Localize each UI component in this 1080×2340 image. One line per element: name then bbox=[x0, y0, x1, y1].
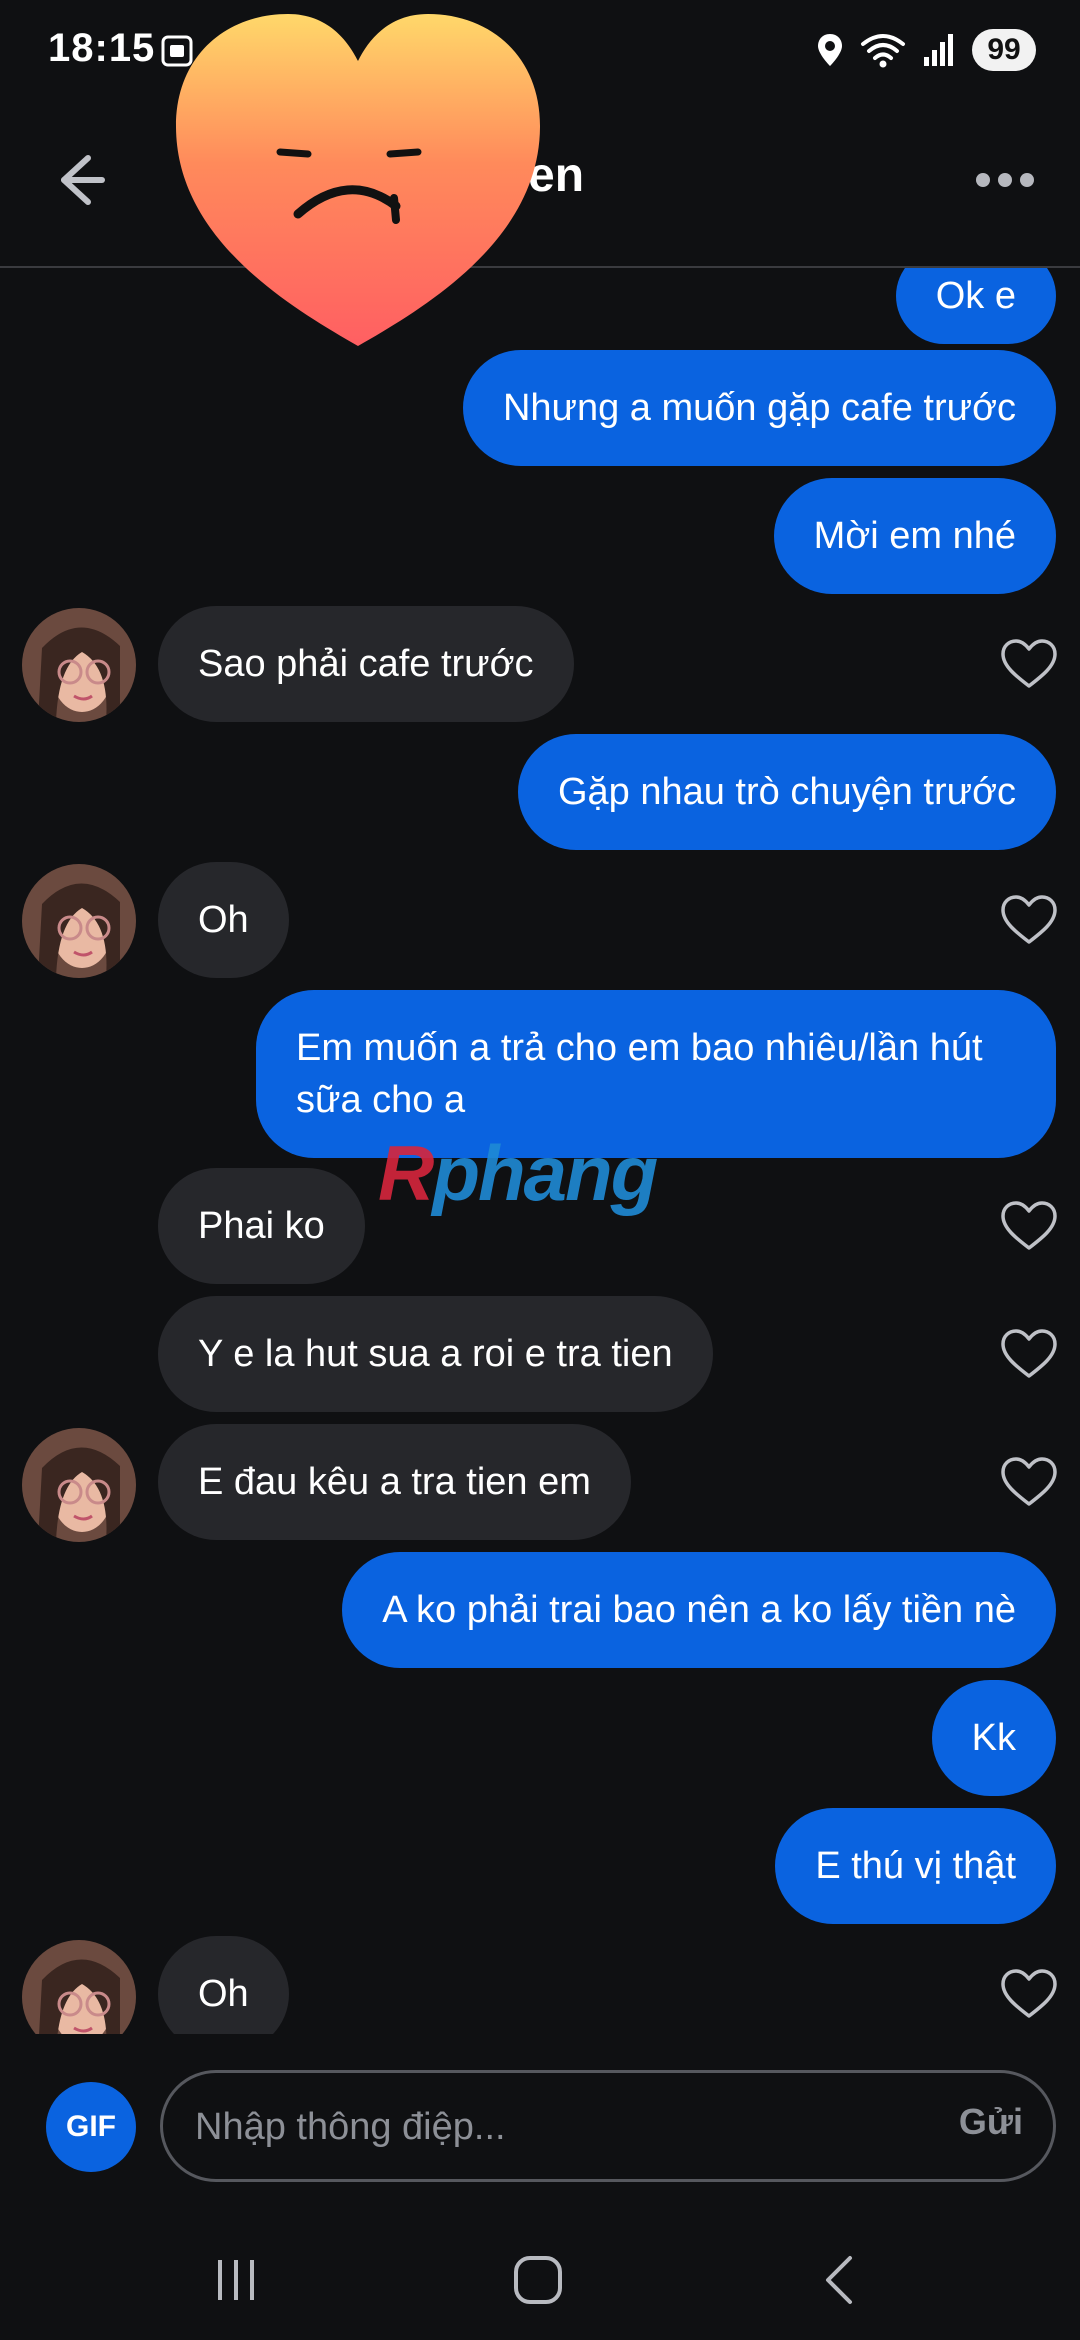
avatar[interactable] bbox=[22, 1428, 136, 1542]
incoming-message[interactable]: Oh bbox=[158, 1936, 289, 2034]
avatar[interactable] bbox=[22, 1940, 136, 2034]
recent-apps-icon[interactable] bbox=[206, 2250, 266, 2310]
outgoing-message[interactable]: Ok e bbox=[895, 268, 1056, 344]
status-time: 18:15 bbox=[48, 26, 156, 70]
incoming-message[interactable]: Phai ko bbox=[158, 1168, 365, 1284]
back-nav-icon[interactable] bbox=[812, 2250, 872, 2310]
outgoing-message[interactable]: Mời em nhé bbox=[773, 478, 1056, 594]
incoming-message[interactable]: Y e la hut sua a roi e tra tien bbox=[158, 1296, 713, 1412]
send-button[interactable]: Gửi bbox=[959, 2101, 1023, 2143]
more-horizontal-icon bbox=[976, 173, 990, 187]
outgoing-message[interactable]: Gặp nhau trò chuyện trước bbox=[517, 734, 1056, 850]
message-input-container[interactable]: Gửi bbox=[160, 2070, 1056, 2182]
heart-outline-icon[interactable] bbox=[1000, 1328, 1058, 1380]
status-icons: 99 bbox=[816, 28, 1036, 72]
heart-outline-icon[interactable] bbox=[1000, 1200, 1058, 1252]
incoming-message[interactable]: Oh bbox=[158, 862, 289, 978]
message-composer: GIF Gửi bbox=[0, 2034, 1080, 2220]
outgoing-message[interactable]: Nhưng a muốn gặp cafe trước bbox=[462, 350, 1056, 466]
incoming-message[interactable]: Sao phải cafe trước bbox=[158, 606, 574, 722]
home-icon[interactable] bbox=[508, 2250, 568, 2310]
signal-icon bbox=[924, 34, 953, 66]
outgoing-message[interactable]: Kk bbox=[931, 1680, 1056, 1796]
location-icon bbox=[818, 34, 842, 66]
avatar[interactable] bbox=[22, 608, 136, 722]
heart-outline-icon[interactable] bbox=[1000, 1968, 1058, 2020]
system-navigation-bar bbox=[0, 2220, 1080, 2340]
more-options-button[interactable] bbox=[960, 150, 1050, 210]
heart-outline-icon[interactable] bbox=[1000, 894, 1058, 946]
wifi-icon bbox=[861, 34, 905, 68]
watermark-logo: Rphang bbox=[378, 1129, 658, 1217]
arrow-left-icon[interactable] bbox=[40, 140, 120, 220]
incoming-message[interactable]: E đau kêu a tra tien em bbox=[158, 1424, 631, 1540]
gif-button[interactable]: GIF bbox=[46, 2082, 136, 2172]
outgoing-message[interactable]: A ko phải trai bao nên a ko lấy tiền nè bbox=[342, 1552, 1056, 1668]
message-input[interactable] bbox=[193, 2073, 837, 2181]
heart-outline-icon[interactable] bbox=[1000, 638, 1058, 690]
battery-indicator: 99 bbox=[972, 29, 1036, 71]
outgoing-message[interactable]: E thú vị thật bbox=[775, 1808, 1056, 1924]
avatar[interactable] bbox=[22, 864, 136, 978]
heart-outline-icon[interactable] bbox=[1000, 1456, 1058, 1508]
